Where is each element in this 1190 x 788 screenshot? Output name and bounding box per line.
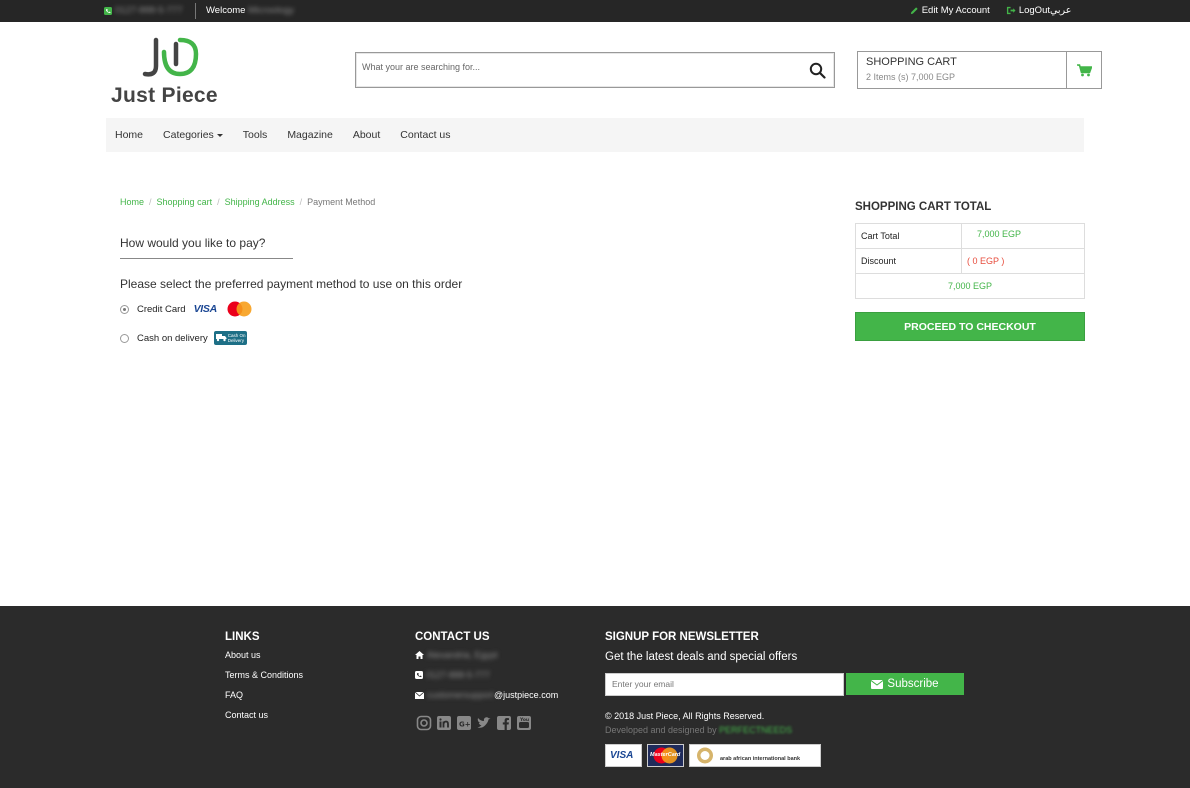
nav-magazine[interactable]: Magazine xyxy=(277,129,343,141)
newsletter-email-box xyxy=(605,673,844,696)
footer-email[interactable]: customersupport@justpiece.com xyxy=(415,690,558,700)
envelope-icon xyxy=(871,679,884,689)
home-icon xyxy=(415,651,424,659)
breadcrumb-shipping-address[interactable]: Shipping Address xyxy=(225,197,295,207)
search-box xyxy=(355,52,835,88)
developed-by-text: Developed and designed by PERFECTNEEDS xyxy=(605,725,793,735)
envelope-icon xyxy=(415,691,424,699)
breadcrumb-separator: / xyxy=(217,197,220,207)
question-underline xyxy=(120,258,293,259)
footer-link-contact[interactable]: Contact us xyxy=(225,710,268,720)
youtube-icon[interactable]: You xyxy=(515,714,532,731)
facebook-icon[interactable] xyxy=(495,714,512,731)
nav-home[interactable]: Home xyxy=(106,129,153,141)
phone-icon xyxy=(415,671,423,679)
breadcrumb-separator: / xyxy=(299,197,303,207)
footer-links-title: LINKS xyxy=(225,631,260,643)
truck-icon xyxy=(215,334,227,342)
proceed-to-checkout-button[interactable]: PROCEED TO CHECKOUT xyxy=(855,312,1085,341)
caret-down-icon xyxy=(216,133,223,137)
site-logo[interactable]: Just Piece xyxy=(110,36,235,108)
pencil-icon xyxy=(910,7,918,15)
google-plus-icon[interactable]: G+ xyxy=(455,714,472,731)
breadcrumb-current: Payment Method xyxy=(307,197,376,207)
phone-icon xyxy=(104,6,112,15)
logo-mark xyxy=(142,37,199,77)
bank-payment-logo: arab african international bank xyxy=(689,744,821,767)
cart-total-title: SHOPPING CART TOTAL xyxy=(855,201,992,213)
topbar-phone: 0127-888-5-777 xyxy=(104,5,183,16)
logo-text: Just Piece xyxy=(111,84,218,107)
visa-logo: VISA xyxy=(193,303,218,315)
search-icon[interactable] xyxy=(809,62,826,79)
welcome-text: Welcome Microology xyxy=(206,5,294,16)
cart-total-table: Cart Total 7,000 EGP Discount ( 0 EGP ) … xyxy=(855,223,1085,299)
main-nav: Home Categories Tools Magazine About Con… xyxy=(106,118,1084,152)
nav-about[interactable]: About xyxy=(343,129,390,141)
credit-card-label: Credit Card xyxy=(137,303,186,315)
topbar-account-links: Edit My Account LogOut xyxy=(910,5,1050,16)
footer-phone: 0127-888-5-777 xyxy=(415,670,490,680)
payment-option-credit-card[interactable]: Credit Card VISA xyxy=(120,301,252,317)
payment-instruction: Please select the preferred payment meth… xyxy=(120,277,463,291)
language-switch[interactable]: عربي xyxy=(1050,5,1071,16)
newsletter-subtitle: Get the latest deals and special offers xyxy=(605,651,798,663)
cart-total-label: Cart Total xyxy=(855,223,962,249)
footer-link-about[interactable]: About us xyxy=(225,650,261,660)
shopping-cart-widget[interactable]: SHOPPING CART 2 Items (s) 7,000 EGP xyxy=(857,51,1102,89)
table-row: 7,000 EGP xyxy=(855,273,1085,299)
cart-total-value: 7,000 EGP xyxy=(961,223,1085,249)
payment-question: How would you like to pay? xyxy=(120,236,266,250)
subscribe-button[interactable]: Subscribe xyxy=(846,673,964,695)
breadcrumb-shopping-cart[interactable]: Shopping cart xyxy=(157,197,213,207)
visa-payment-logo: VISA xyxy=(605,744,642,767)
social-links: G+ You xyxy=(415,714,532,731)
edit-account-link[interactable]: Edit My Account xyxy=(910,5,990,16)
cart-summary: 2 Items (s) 7,000 EGP xyxy=(866,72,956,82)
top-bar: 0127-888-5-777 Welcome Microology Edit M… xyxy=(0,0,1190,22)
cash-on-delivery-radio[interactable] xyxy=(120,333,129,343)
nav-tools[interactable]: Tools xyxy=(233,129,278,141)
developer-link[interactable]: PERFECTNEEDS xyxy=(719,725,792,735)
search-input[interactable] xyxy=(362,62,782,72)
newsletter-title: SIGNUP FOR NEWSLETTER xyxy=(605,631,759,643)
cart-title: SHOPPING CART xyxy=(866,56,957,68)
cash-on-delivery-label: Cash on delivery xyxy=(137,332,208,344)
breadcrumb-home[interactable]: Home xyxy=(120,197,144,207)
breadcrumb-separator: / xyxy=(149,197,152,207)
svg-text:G+: G+ xyxy=(459,720,471,728)
copyright-text: © 2018 Just Piece, All Rights Reserved. xyxy=(605,711,765,721)
table-row: Cart Total 7,000 EGP xyxy=(855,223,1085,249)
cash-on-delivery-badge: Cash On Delivery xyxy=(213,331,247,345)
payment-option-cash-on-delivery[interactable]: Cash on delivery Cash On Delivery xyxy=(120,331,247,345)
user-name: Microology xyxy=(248,5,294,16)
linkedin-icon[interactable] xyxy=(435,714,452,731)
table-row: Discount ( 0 EGP ) xyxy=(855,248,1085,274)
footer-link-terms[interactable]: Terms & Conditions xyxy=(225,670,303,680)
footer: LINKS About us Terms & Conditions FAQ Co… xyxy=(0,606,1190,788)
instagram-icon[interactable] xyxy=(415,714,432,731)
shopping-cart-icon xyxy=(1077,63,1092,76)
cart-button[interactable] xyxy=(1066,51,1102,89)
discount-label: Discount xyxy=(855,248,962,274)
nav-categories[interactable]: Categories xyxy=(153,129,233,141)
mastercard-payment-logo: MasterCard xyxy=(647,744,684,767)
logout-link[interactable]: LogOut xyxy=(1006,5,1050,16)
breadcrumb: Home / Shopping cart / Shipping Address … xyxy=(120,197,375,207)
footer-contact-title: CONTACT US xyxy=(415,631,490,643)
footer-address: Alexandria, Egypt xyxy=(415,650,498,660)
discount-value: ( 0 EGP ) xyxy=(961,248,1085,274)
newsletter-email-input[interactable] xyxy=(612,679,832,689)
mastercard-logo xyxy=(227,301,252,317)
credit-card-radio[interactable] xyxy=(120,304,129,314)
sign-out-icon xyxy=(1006,6,1016,15)
topbar-phone-number: 0127-888-5-777 xyxy=(115,5,183,16)
nav-contact-us[interactable]: Contact us xyxy=(390,129,460,141)
svg-text:You: You xyxy=(519,717,529,723)
grand-total-value: 7,000 EGP xyxy=(855,273,1085,299)
twitter-icon[interactable] xyxy=(475,714,492,731)
bank-seal-icon xyxy=(697,747,713,764)
topbar-divider xyxy=(195,3,196,19)
footer-link-faq[interactable]: FAQ xyxy=(225,690,243,700)
